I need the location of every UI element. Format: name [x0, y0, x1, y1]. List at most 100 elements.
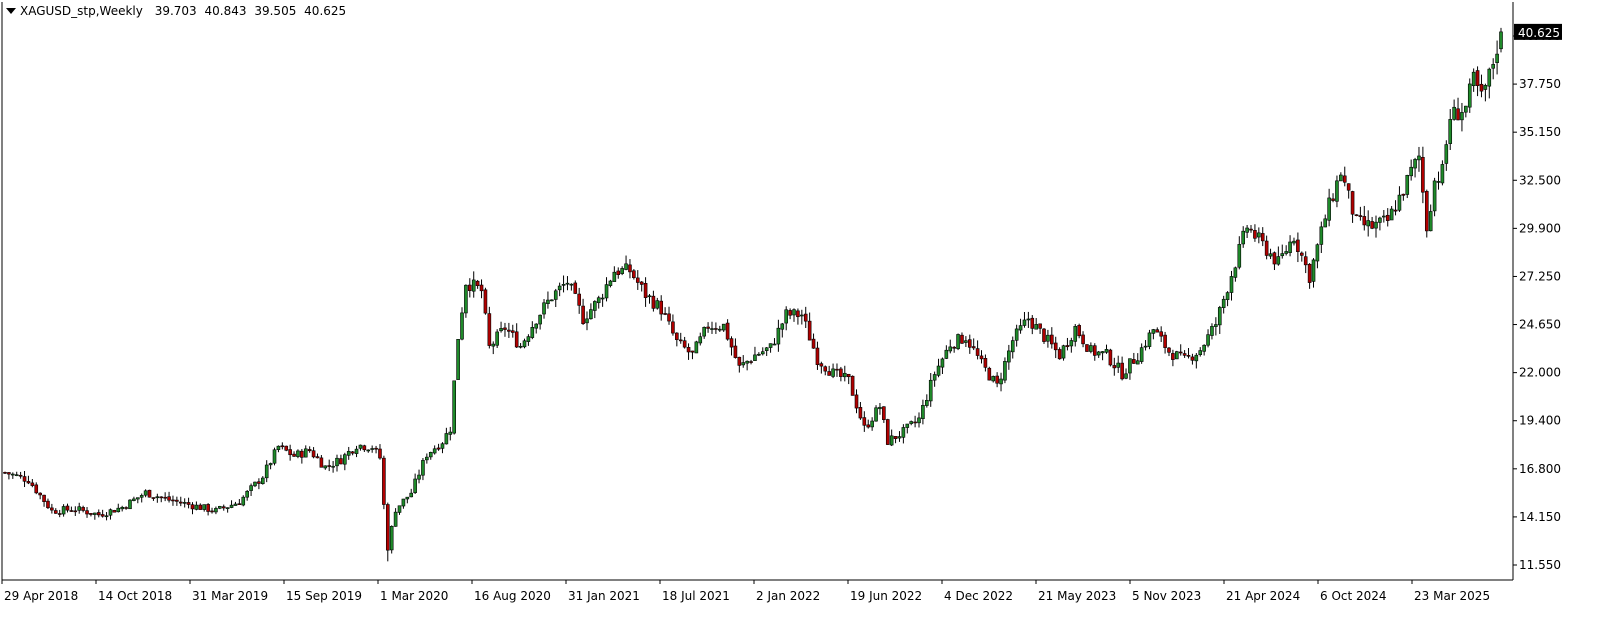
candle-up: [1452, 106, 1456, 120]
dropdown-triangle-icon[interactable]: [6, 8, 16, 14]
candle-down: [382, 457, 386, 505]
candle-up: [546, 299, 550, 304]
candle-up: [534, 323, 539, 329]
candle-up: [401, 498, 406, 507]
candle-down: [73, 510, 78, 513]
candle-down: [69, 510, 74, 512]
candle-down: [3, 472, 7, 474]
candle-up: [276, 445, 281, 450]
candle-up: [1003, 361, 1007, 381]
candle-up: [495, 331, 499, 346]
candle-down: [1057, 349, 1062, 360]
candle-down: [1171, 353, 1175, 360]
candle-up: [991, 376, 996, 382]
candle-up: [1378, 217, 1382, 223]
candle-up: [612, 271, 617, 282]
candle-up: [717, 328, 722, 331]
candle-up: [1292, 240, 1296, 244]
candle-up: [264, 464, 269, 479]
candle-up: [905, 423, 910, 428]
candle-up: [214, 508, 218, 513]
candle-down: [1299, 252, 1304, 256]
candle-up: [1034, 324, 1038, 330]
candle-up: [710, 328, 714, 330]
candle-down: [1421, 156, 1425, 193]
candle-up: [421, 460, 425, 476]
candle-down: [643, 282, 648, 298]
candle-up: [889, 435, 894, 446]
y-tick-label: 11.550: [1519, 558, 1561, 572]
candle-down: [89, 513, 93, 515]
last-price-tag-label: 40.625: [1518, 26, 1560, 40]
candle-up: [842, 372, 847, 378]
candle-down: [378, 448, 382, 459]
candle-up: [1428, 211, 1433, 232]
candle-down: [971, 346, 976, 349]
candle-up: [1397, 194, 1402, 211]
candle-up: [132, 498, 136, 501]
candle-down: [690, 350, 695, 353]
candle-down: [112, 510, 117, 513]
candle-down: [749, 361, 753, 363]
candle-up: [397, 505, 402, 513]
candle-down: [319, 457, 324, 468]
candle-up: [1268, 253, 1273, 257]
candle-down: [835, 368, 839, 371]
last-price-tag: 40.625: [1514, 23, 1562, 40]
candle-down: [151, 497, 156, 499]
candle-up: [77, 506, 82, 511]
axes-layer: [1, 2, 1517, 584]
candle-up: [296, 450, 300, 457]
candle-up: [897, 436, 902, 439]
candle-down: [1331, 198, 1335, 201]
candle-up: [1467, 83, 1472, 108]
candle-up: [413, 478, 417, 493]
candle-up: [405, 496, 410, 500]
high-value: 40.843: [204, 4, 247, 18]
candle-up: [366, 449, 371, 452]
candle-up: [11, 473, 15, 476]
candle-up: [608, 280, 613, 286]
candle-down: [210, 510, 214, 513]
candle-down: [979, 355, 984, 360]
candle-up: [393, 511, 398, 527]
candle-up: [553, 290, 558, 300]
candle-down: [288, 449, 292, 456]
candle-up: [1257, 232, 1261, 238]
candle-up: [600, 297, 605, 300]
x-tick-label: 16 Aug 2020: [474, 589, 551, 603]
candle-up: [444, 433, 449, 445]
candle-up: [745, 360, 749, 364]
candle-up: [538, 314, 542, 325]
candle-down: [823, 366, 828, 372]
candle-up: [1389, 208, 1394, 221]
candle-down: [175, 499, 179, 502]
candle-up: [1061, 345, 1066, 359]
candle-up: [1139, 347, 1144, 362]
candle-down: [1155, 329, 1160, 333]
candle-down: [819, 363, 824, 367]
candle-up: [1471, 71, 1476, 87]
candle-down: [803, 313, 808, 322]
candle-down: [967, 339, 972, 348]
candle-up: [1499, 31, 1503, 50]
candle-down: [960, 334, 964, 344]
candle-up: [1436, 181, 1441, 183]
candle-down: [507, 329, 511, 332]
candle-up: [753, 354, 757, 361]
candle-up: [1026, 318, 1031, 321]
candle-up: [1151, 329, 1156, 334]
candle-up: [432, 448, 437, 454]
candle-down: [26, 481, 31, 484]
candle-up: [1221, 298, 1226, 308]
candle-up: [1124, 373, 1128, 379]
candle-up: [1233, 267, 1238, 278]
candle-down: [1272, 252, 1277, 265]
candle-down: [7, 472, 11, 475]
candle-up: [323, 465, 328, 469]
candle-down: [854, 394, 859, 409]
candle-down: [635, 277, 640, 283]
open-value: 39.703: [154, 4, 197, 18]
candle-up: [346, 451, 351, 456]
candle-up: [655, 300, 660, 309]
